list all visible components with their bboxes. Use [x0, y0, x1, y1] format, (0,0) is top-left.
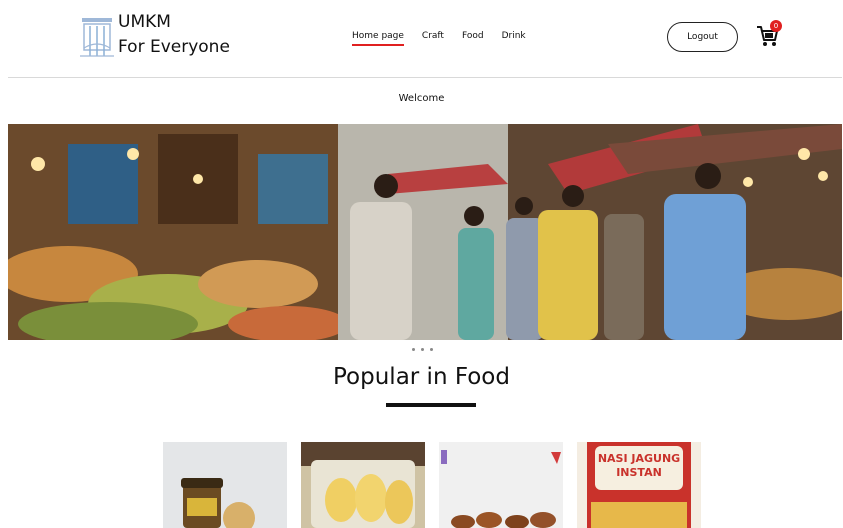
- product-card[interactable]: [163, 442, 287, 528]
- nav-home[interactable]: Home page: [352, 31, 404, 46]
- header-divider: [8, 77, 842, 78]
- site-header: UMKM For Everyone Home page Craft Food D…: [0, 0, 843, 78]
- packaged-chips-product-image: [301, 442, 425, 528]
- logout-button[interactable]: Logout: [667, 22, 738, 52]
- product-list: NASI JAGUNG INSTAN: [163, 442, 701, 528]
- product-card[interactable]: NASI JAGUNG INSTAN: [577, 442, 701, 528]
- nav-food[interactable]: Food: [462, 31, 484, 46]
- welcome-text: Welcome: [398, 93, 445, 104]
- nav-drink[interactable]: Drink: [502, 31, 526, 46]
- section-title: Popular in Food: [333, 364, 510, 390]
- product-card[interactable]: [301, 442, 425, 528]
- product-card[interactable]: [439, 442, 563, 528]
- brand-line1: UMKM: [118, 12, 171, 32]
- nav-craft[interactable]: Craft: [422, 31, 444, 46]
- cart-button[interactable]: 0: [756, 20, 784, 50]
- svg-text:INSTAN: INSTAN: [616, 466, 662, 479]
- umkm-logo-icon[interactable]: [78, 12, 116, 64]
- main-nav: Home page Craft Food Drink: [352, 31, 526, 46]
- carousel-dot-3[interactable]: [430, 348, 433, 351]
- title-underline: [386, 403, 476, 407]
- carousel-dot-1[interactable]: [412, 348, 415, 351]
- cart-count-badge: 0: [770, 20, 782, 32]
- nasi-jagung-package-text: NASI JAGUNG: [598, 452, 680, 465]
- jar-snack-product-image: [163, 442, 287, 528]
- carousel-dot-2[interactable]: [421, 348, 424, 351]
- market-hero-banner: [8, 124, 842, 340]
- brand-name[interactable]: UMKM For Everyone: [118, 10, 230, 60]
- fried-snack-product-image: [439, 442, 563, 528]
- nasi-jagung-package-image: NASI JAGUNG INSTAN: [577, 442, 701, 528]
- carousel-indicators: [412, 348, 433, 351]
- brand-line2: For Everyone: [118, 37, 230, 57]
